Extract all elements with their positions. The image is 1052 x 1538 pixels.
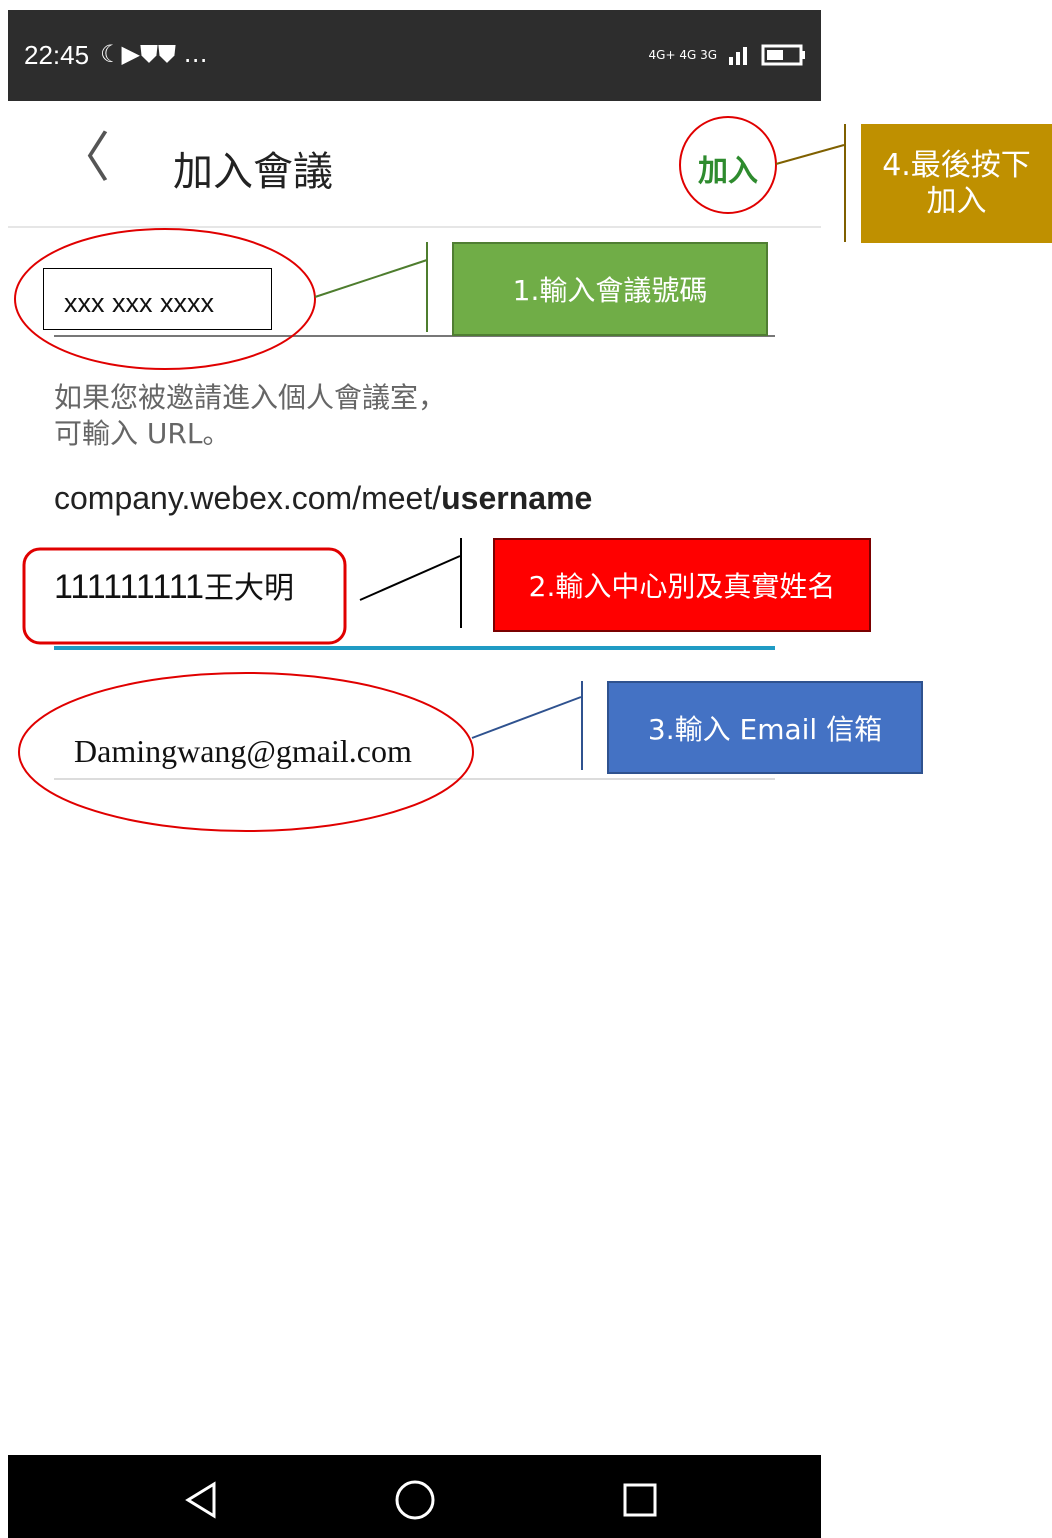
email-value: Damingwang@gmail.com: [74, 733, 412, 769]
page-title: 加入會議: [173, 149, 333, 195]
url-prefix: company.webex.com/meet/: [54, 480, 442, 516]
navigation-bar: [8, 1455, 821, 1538]
callout-step-1: 1.輸入會議號碼: [452, 242, 768, 336]
email-underline: [54, 778, 775, 780]
signal-icon: 4G+ 4G 3G: [648, 48, 717, 62]
notification-icons: ☾▶⛊⛊ …: [100, 40, 208, 68]
status-bar: 22:45 ☾▶⛊⛊ … 4G+ 4G 3G: [8, 10, 821, 101]
nav-back-icon[interactable]: [182, 1480, 222, 1520]
name-value: 111111111王大明: [54, 563, 294, 607]
battery-icon: [761, 44, 805, 66]
back-button[interactable]: 〈: [56, 131, 110, 185]
nav-recents-icon[interactable]: [622, 1482, 658, 1518]
callout-step-2: 2.輸入中心別及真實姓名: [493, 538, 871, 632]
callout-step-4: 4.最後按下 加入: [861, 124, 1052, 243]
leader-line-1: [314, 259, 428, 298]
personal-room-hint: 如果您被邀請進入個人會議室， 可輸入 URL。: [54, 380, 446, 452]
app-bar: 〈 加入會議 加入: [8, 101, 821, 228]
meeting-number-value: xxx xxx xxxx: [64, 288, 215, 318]
hint-line-1: 如果您被邀請進入個人會議室，: [54, 381, 447, 414]
real-name: 王大明: [204, 571, 294, 606]
callout-step-4-line-1: 4.最後按下: [882, 147, 1031, 183]
callout-step-3: 3.輸入 Email 信箱: [607, 681, 923, 774]
callout-step-2-text: 2.輸入中心別及真實姓名: [528, 570, 836, 603]
hint-line-2: 可輸入 URL。: [54, 417, 231, 450]
callout-step-3-text: 3.輸入 Email 信箱: [647, 712, 883, 746]
url-username: username: [441, 480, 593, 516]
signal-bars-icon: [729, 47, 747, 65]
status-right: 4G+ 4G 3G: [649, 44, 807, 66]
personal-room-url-example: company.webex.com/meet/username: [54, 480, 592, 517]
callout-step-1-text: 1.輸入會議號碼: [512, 274, 708, 307]
center-code: 111111111: [54, 568, 204, 606]
callout-step-4-line-2: 加入: [926, 183, 987, 219]
nav-home-icon[interactable]: [394, 1479, 436, 1521]
name-focus-underline: [54, 646, 775, 650]
join-button[interactable]: 加入: [698, 146, 758, 190]
status-time: 22:45: [24, 40, 90, 70]
